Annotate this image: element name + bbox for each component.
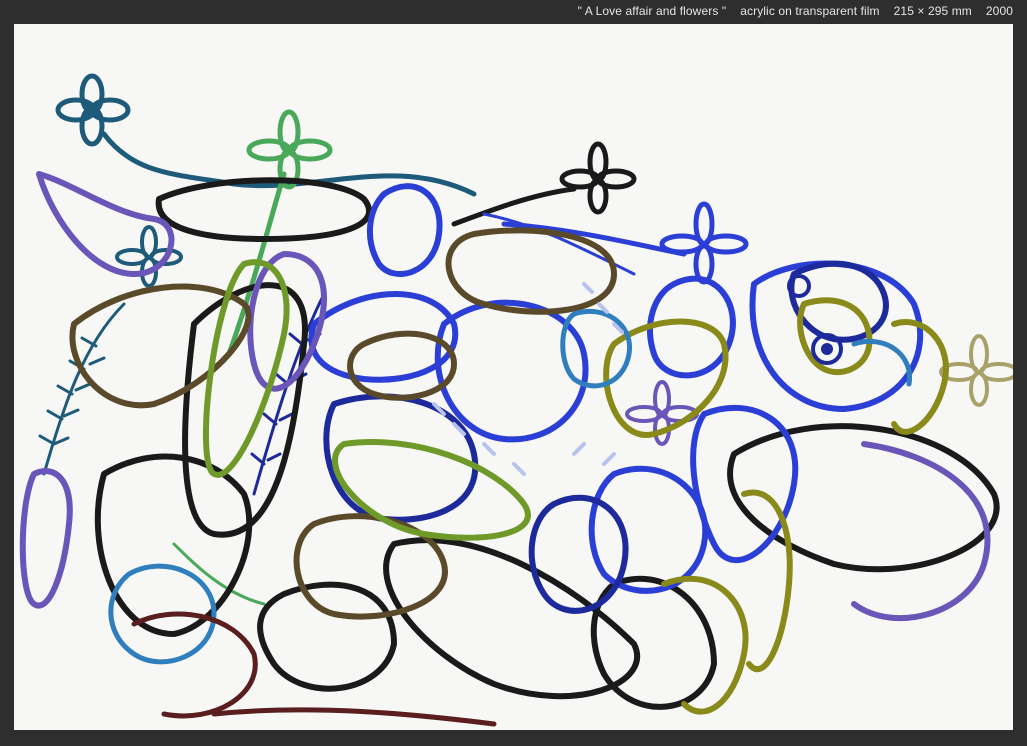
artwork-image [14,24,1013,730]
artwork-year: 2000 [985,4,1013,18]
flower-olive-right [939,334,1013,407]
viewer-frame: " A Love affair and flowers " acrylic on … [0,0,1027,746]
face-eyes [787,274,843,365]
flower-blue-top-left [55,73,477,197]
artwork-title: " A Love affair and flowers " [577,4,727,18]
flower-green-top [226,109,333,357]
artwork-dimensions: 215 × 295 mm [893,4,972,18]
artwork-medium: acrylic on transparent film [740,4,880,18]
flower-black-top [451,141,637,227]
artwork-caption: " A Love affair and flowers " acrylic on … [578,4,1013,18]
abstract-painting [19,73,1013,727]
